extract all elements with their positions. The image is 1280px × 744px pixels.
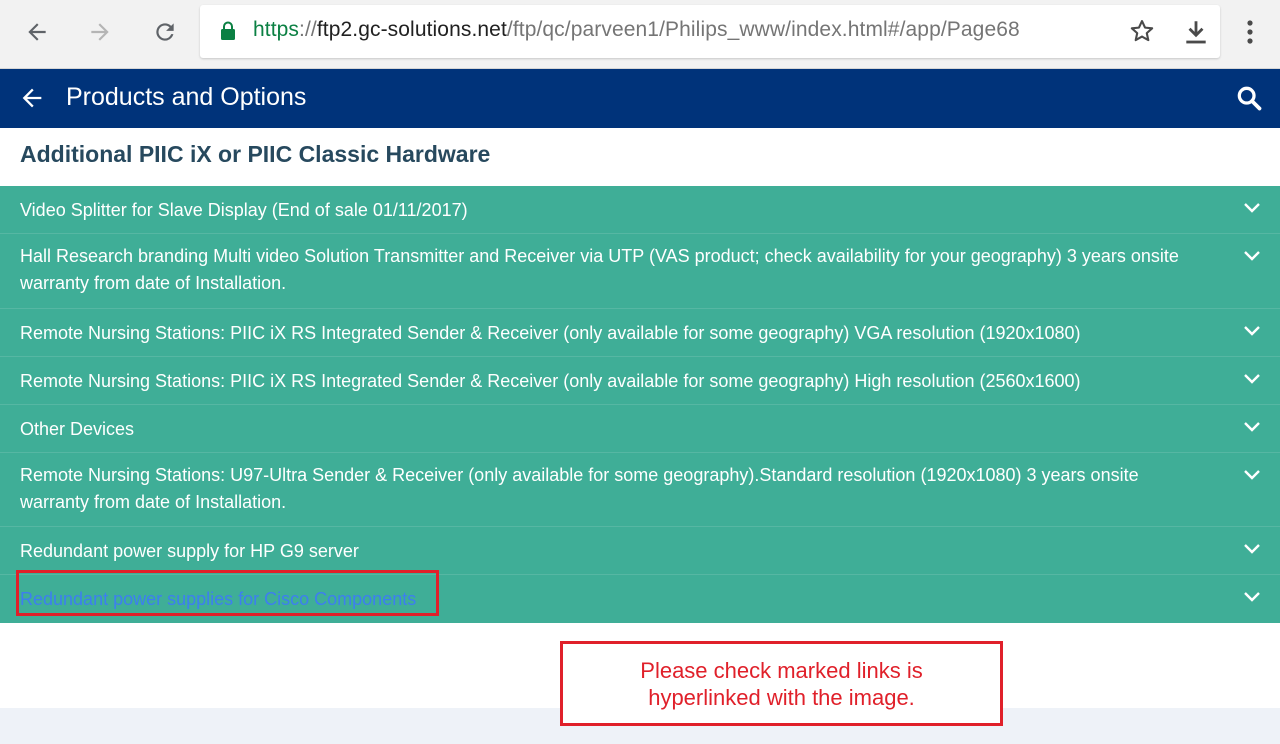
accordion-item-link[interactable]: Redundant power supplies for Cisco Compo… xyxy=(20,586,1200,613)
url-scheme: https xyxy=(253,18,300,41)
accordion-item[interactable]: Redundant power supplies for Cisco Compo… xyxy=(0,575,1280,623)
accordion-item[interactable]: Remote Nursing Stations: PIIC iX RS Inte… xyxy=(0,309,1280,357)
arrow-right-icon xyxy=(91,23,109,41)
chevron-down-icon xyxy=(1244,203,1260,213)
url-host: ftp2.gc-solutions.net xyxy=(316,18,507,41)
accordion-item-label: Redundant power supply for HP G9 server xyxy=(20,541,359,561)
url-text: https://ftp2.gc-solutions.net/ftp/qc/par… xyxy=(253,18,1020,42)
accordion-item-label: Hall Research branding Multi video Solut… xyxy=(20,246,1179,293)
section-heading: Additional PIIC iX or PIIC Classic Hardw… xyxy=(20,141,491,167)
chevron-down-icon xyxy=(1244,544,1260,554)
url-path: /ftp/qc/parveen1/Philips_www/index.html#… xyxy=(506,18,1020,41)
accordion-item[interactable]: Hall Research branding Multi video Solut… xyxy=(0,234,1280,309)
url-separator: :// xyxy=(299,18,317,41)
accordion-item[interactable]: Other Devices xyxy=(0,405,1280,453)
annotation-note: Please check marked links is hyperlinked… xyxy=(560,641,1003,726)
accordion-item-label: Remote Nursing Stations: U97-Ultra Sende… xyxy=(20,465,1139,512)
search-icon[interactable] xyxy=(1235,84,1263,112)
lock-icon xyxy=(221,21,235,40)
chevron-down-icon xyxy=(1244,470,1260,480)
browser-back-button[interactable] xyxy=(21,16,53,48)
accordion-item[interactable]: Remote Nursing Stations: PIIC iX RS Inte… xyxy=(0,357,1280,405)
accordion-item-label: Other Devices xyxy=(20,419,135,439)
star-icon[interactable] xyxy=(1128,17,1156,45)
reload-icon xyxy=(156,23,174,41)
app-header: Products and Options xyxy=(0,69,1280,128)
browser-toolbar: https://ftp2.gc-solutions.net/ftp/qc/par… xyxy=(0,0,1280,69)
page-title: Products and Options xyxy=(66,83,307,111)
accordion-item-label: Video Splitter for Slave Display (End of… xyxy=(20,200,468,220)
annotation-note-text: Please check marked links is hyperlinked… xyxy=(640,657,923,710)
arrow-left-icon[interactable] xyxy=(18,84,46,112)
chevron-down-icon xyxy=(1244,374,1260,384)
accordion-list: Video Splitter for Slave Display (End of… xyxy=(0,186,1280,623)
address-bar[interactable]: https://ftp2.gc-solutions.net/ftp/qc/par… xyxy=(200,5,1220,58)
download-icon[interactable] xyxy=(1183,18,1209,46)
accordion-item[interactable]: Video Splitter for Slave Display (End of… xyxy=(0,186,1280,234)
accordion-item[interactable]: Redundant power supply for HP G9 server xyxy=(0,527,1280,575)
chevron-down-icon xyxy=(1244,326,1260,336)
more-vert-icon[interactable] xyxy=(1238,18,1262,46)
arrow-left-icon xyxy=(28,23,46,41)
chevron-down-icon xyxy=(1244,592,1260,602)
chevron-down-icon xyxy=(1244,251,1260,261)
accordion-item-label: Remote Nursing Stations: PIIC iX RS Inte… xyxy=(20,323,1081,343)
accordion-item[interactable]: Remote Nursing Stations: U97-Ultra Sende… xyxy=(0,453,1280,527)
chevron-down-icon xyxy=(1244,422,1260,432)
browser-reload-button[interactable] xyxy=(149,16,181,48)
browser-forward-button[interactable] xyxy=(84,16,116,48)
accordion-item-label: Remote Nursing Stations: PIIC iX RS Inte… xyxy=(20,371,1081,391)
